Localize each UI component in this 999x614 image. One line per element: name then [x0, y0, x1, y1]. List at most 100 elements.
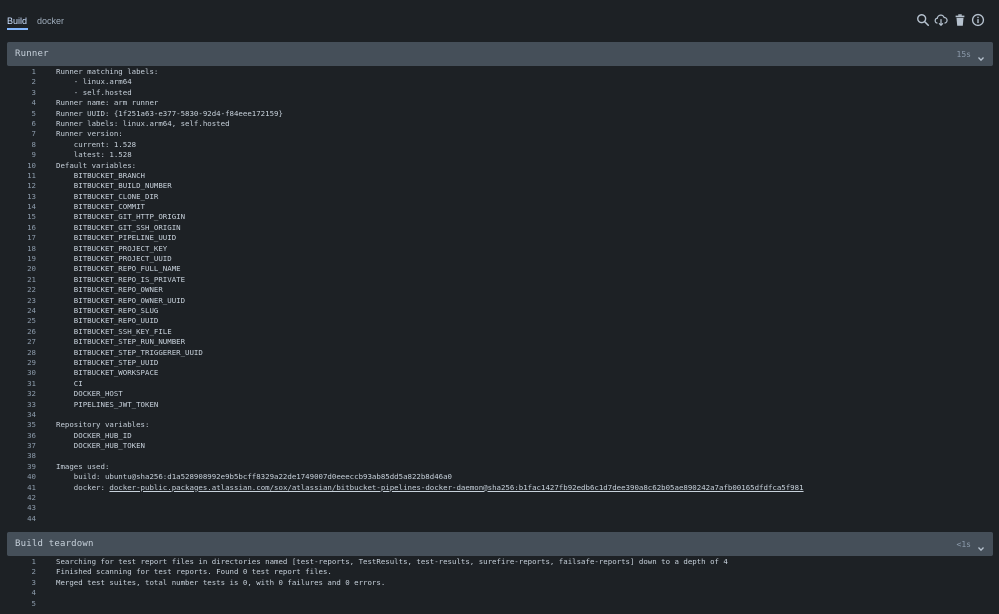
log-text: - self.hosted: [56, 87, 132, 97]
line-number[interactable]: 13: [0, 192, 36, 202]
line-number[interactable]: 38: [0, 451, 36, 461]
image-link[interactable]: docker-public.packages.atlassian.com/sox…: [109, 483, 803, 492]
line-number[interactable]: 4: [0, 98, 36, 108]
log-text: BITBUCKET_PROJECT_KEY: [56, 243, 168, 253]
line-number[interactable]: 12: [0, 181, 36, 191]
line-number[interactable]: 14: [0, 202, 36, 212]
line-number[interactable]: 3: [0, 88, 36, 98]
log-line: 4 Runner name: arm runner: [0, 98, 999, 108]
line-number[interactable]: 24: [0, 306, 36, 316]
log-text: Runner matching labels:: [56, 67, 159, 76]
line-number[interactable]: 5: [0, 599, 36, 609]
line-number[interactable]: 7: [0, 129, 36, 139]
log-line: 22 BITBUCKET_REPO_OWNER: [0, 285, 999, 295]
line-number[interactable]: 44: [0, 514, 36, 524]
log-line: 31 CI: [0, 379, 999, 389]
log-text: BITBUCKET_REPO_IS_PRIVATE: [56, 274, 186, 284]
line-number[interactable]: 8: [0, 140, 36, 150]
log-line: 39 Images used:: [0, 462, 999, 472]
log-text: Runner version:: [56, 129, 123, 139]
chevron-down-icon[interactable]: [977, 50, 985, 62]
line-number[interactable]: 10: [0, 161, 36, 171]
line-number[interactable]: 37: [0, 441, 36, 451]
log-text: Runner labels: linux.arm64, self.hosted: [56, 118, 230, 128]
tab-docker[interactable]: docker: [37, 16, 64, 26]
log-text: build: ubuntu@sha256:d1a528908992e9b5bcf…: [56, 472, 453, 482]
line-number[interactable]: 32: [0, 389, 36, 399]
line-number[interactable]: 17: [0, 233, 36, 243]
log-text: BITBUCKET_STEP_UUID: [56, 357, 159, 367]
line-number[interactable]: 2: [0, 77, 36, 87]
tab-build[interactable]: Build: [7, 16, 27, 26]
log-text: BITBUCKET_REPO_OWNER_UUID: [56, 295, 186, 305]
line-number[interactable]: 39: [0, 462, 36, 472]
log-text: BITBUCKET_STEP_RUN_NUMBER: [56, 337, 186, 347]
line-number[interactable]: 36: [0, 431, 36, 441]
log-text: BITBUCKET_GIT_SSH_ORIGIN: [56, 222, 181, 232]
log-line: 30 BITBUCKET_WORKSPACE: [0, 368, 999, 378]
line-number[interactable]: 29: [0, 358, 36, 368]
line-number[interactable]: 27: [0, 337, 36, 347]
log-text: PIPELINES_JWT_TOKEN: [56, 399, 159, 409]
line-number[interactable]: 15: [0, 212, 36, 222]
line-number[interactable]: 28: [0, 348, 36, 358]
log-line: 3 - self.hosted: [0, 88, 999, 98]
info-icon[interactable]: [971, 13, 985, 27]
section-duration: <1s: [956, 540, 971, 549]
line-number[interactable]: 3: [0, 578, 36, 588]
line-number[interactable]: 31: [0, 379, 36, 389]
log-output-runner: 1 Runner matching labels: 2 - linux.arm64 3…: [0, 67, 999, 524]
log-text: BITBUCKET_REPO_OWNER: [56, 285, 163, 295]
line-number[interactable]: 43: [0, 503, 36, 513]
log-line: 7 Runner version:: [0, 129, 999, 139]
line-number[interactable]: 1: [0, 557, 36, 567]
log-text: DOCKER_HUB_ID: [56, 430, 132, 440]
line-number[interactable]: 11: [0, 171, 36, 181]
line-number[interactable]: 1: [0, 67, 36, 77]
top-bar: Build docker: [0, 0, 999, 40]
log-text: latest: 1.528: [56, 150, 132, 160]
log-text: CI: [56, 378, 83, 388]
line-number[interactable]: 19: [0, 254, 36, 264]
trash-icon[interactable]: [953, 13, 967, 27]
log-line: 6 Runner labels: linux.arm64, self.hosted: [0, 119, 999, 129]
log-text: BITBUCKET_PROJECT_UUID: [56, 254, 172, 264]
line-number[interactable]: 18: [0, 244, 36, 254]
log-line: 18 BITBUCKET_PROJECT_KEY: [0, 244, 999, 254]
log-line: 33 PIPELINES_JWT_TOKEN: [0, 400, 999, 410]
line-number[interactable]: 16: [0, 223, 36, 233]
line-number[interactable]: 33: [0, 400, 36, 410]
line-number[interactable]: 30: [0, 368, 36, 378]
section-header-build-teardown[interactable]: Build teardown <1s: [7, 532, 993, 556]
log-line: 35 Repository variables:: [0, 420, 999, 430]
line-number[interactable]: 2: [0, 567, 36, 577]
line-number[interactable]: 40: [0, 472, 36, 482]
line-number[interactable]: 5: [0, 109, 36, 119]
line-number[interactable]: 20: [0, 264, 36, 274]
log-text: BITBUCKET_WORKSPACE: [56, 368, 159, 378]
line-number[interactable]: 21: [0, 275, 36, 285]
line-number[interactable]: 25: [0, 316, 36, 326]
line-number[interactable]: 26: [0, 327, 36, 337]
section-header-runner[interactable]: Runner 15s: [7, 42, 993, 66]
chevron-down-icon[interactable]: [977, 540, 985, 552]
log-line: 26 BITBUCKET_SSH_KEY_FILE: [0, 327, 999, 337]
log-line: 27 BITBUCKET_STEP_RUN_NUMBER: [0, 337, 999, 347]
log-text: BITBUCKET_CLONE_DIR: [56, 191, 159, 201]
cloud-download-icon[interactable]: [934, 13, 948, 27]
log-text: Finished scanning for test reports. Foun…: [56, 567, 332, 577]
line-number[interactable]: 42: [0, 493, 36, 503]
line-number[interactable]: 23: [0, 296, 36, 306]
log-line: 32 DOCKER_HOST: [0, 389, 999, 399]
log-line: 21 BITBUCKET_REPO_IS_PRIVATE: [0, 275, 999, 285]
search-icon[interactable]: [916, 13, 930, 27]
line-number[interactable]: 41: [0, 483, 36, 493]
line-number[interactable]: 9: [0, 150, 36, 160]
line-number[interactable]: 4: [0, 588, 36, 598]
log-text: BITBUCKET_COMMIT: [56, 202, 145, 212]
line-number[interactable]: 22: [0, 285, 36, 295]
line-number[interactable]: 6: [0, 119, 36, 129]
log-line: 1 Runner matching labels:: [0, 67, 999, 77]
line-number[interactable]: 35: [0, 420, 36, 430]
line-number[interactable]: 34: [0, 410, 36, 420]
